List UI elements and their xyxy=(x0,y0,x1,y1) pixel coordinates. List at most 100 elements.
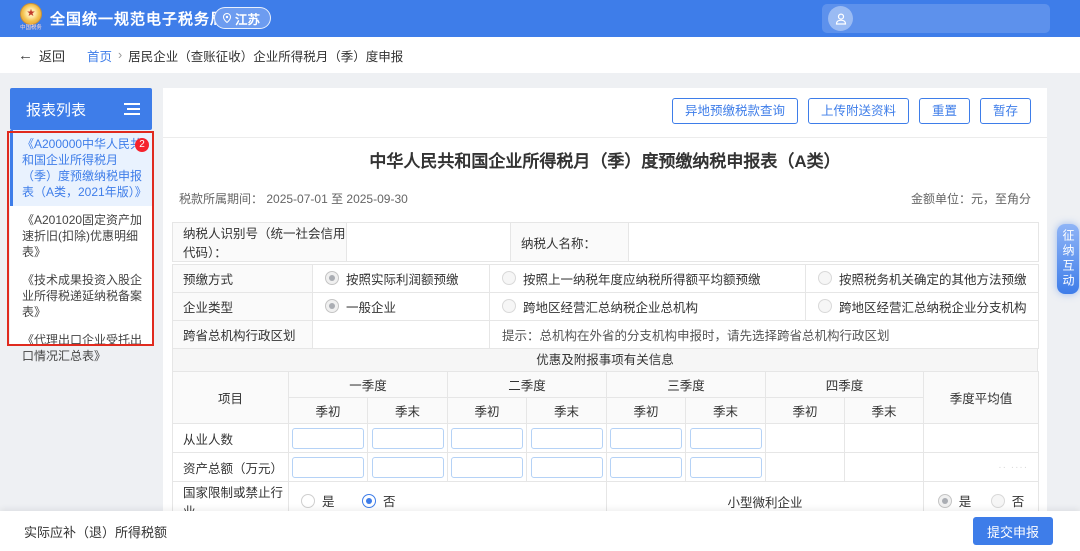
assets-q4-start-cell xyxy=(766,453,845,482)
report-list: 《A200000中华人民共和国企业所得税月（季）度预缴纳税申报表（A类，2021… xyxy=(10,130,152,346)
q4-end-header: 季末 xyxy=(845,398,924,424)
submit-declaration-button[interactable]: 提交申报 xyxy=(973,517,1053,545)
radio-label: 按照税务机关确定的其他方法预缴 xyxy=(839,269,1027,288)
radio-icon[interactable] xyxy=(502,299,516,313)
taxpayer-name-label: 纳税人名称： xyxy=(511,223,629,262)
assets-q3-start-input[interactable] xyxy=(610,457,682,478)
employees-row-label: 从业人数 xyxy=(173,424,289,453)
region-selector[interactable]: 江苏 xyxy=(214,7,271,29)
benefit-section-title: 优惠及附报事项有关信息 xyxy=(172,348,1038,371)
taxpayer-id-value-cell xyxy=(347,223,511,262)
q3-header: 三季度 xyxy=(607,372,766,398)
radio-icon[interactable] xyxy=(301,494,315,508)
radio-label: 是 xyxy=(322,491,335,510)
employees-q4-end-cell xyxy=(845,424,924,453)
breadcrumb: 首页 › 居民企业（查账征收）企业所得税月（季）度申报 xyxy=(87,46,403,65)
remote-prepaid-tax-query-button[interactable]: 异地预缴税款查询 xyxy=(672,98,798,124)
error-count-badge: 2 xyxy=(135,138,149,152)
cross-province-region-label: 跨省总机构行政区划 xyxy=(173,321,313,349)
employees-q2-start-input[interactable] xyxy=(451,428,523,449)
employees-q1-start-input[interactable] xyxy=(292,428,364,449)
assets-q1-start-input[interactable] xyxy=(292,457,364,478)
radio-label: 跨地区经营汇总纳税企业分支机构 xyxy=(839,297,1027,316)
radio-icon[interactable] xyxy=(502,271,516,285)
radio-icon[interactable] xyxy=(325,271,339,285)
radio-icon[interactable] xyxy=(818,271,832,285)
radio-branch-office[interactable]: 跨地区经营汇总纳税企业分支机构 xyxy=(818,297,1027,316)
radio-icon[interactable] xyxy=(818,299,832,313)
back-arrow-icon[interactable]: ← xyxy=(18,47,33,64)
q3-end-header: 季末 xyxy=(686,398,766,424)
breadcrumb-current: 居民企业（查账征收）企业所得税月（季）度申报 xyxy=(128,46,403,65)
sidebar-item-a200000[interactable]: 《A200000中华人民共和国企业所得税月（季）度预缴纳税申报表（A类，2021… xyxy=(10,130,152,206)
radio-label: 否 xyxy=(1012,491,1025,510)
employees-q4-start-cell xyxy=(766,424,845,453)
logo-caption: 中国税务 xyxy=(19,25,42,31)
employees-q2-end-input[interactable] xyxy=(531,428,603,449)
radio-head-office[interactable]: 跨地区经营汇总纳税企业总机构 xyxy=(502,297,698,316)
employees-q3-start-input[interactable] xyxy=(610,428,682,449)
breadcrumb-home-link[interactable]: 首页 xyxy=(87,46,112,65)
assets-average-cell: ·· ···· xyxy=(924,453,1039,482)
reset-button[interactable]: 重置 xyxy=(919,98,970,124)
amount-unit-note: 金额单位：元，至角分 xyxy=(911,190,1031,207)
back-button[interactable]: 返回 xyxy=(39,46,65,65)
assets-q1-end-input[interactable] xyxy=(372,457,444,478)
form-footer-bar: 实际应补（退）所得税额 提交申报 xyxy=(0,511,1080,551)
q3-start-header: 季初 xyxy=(607,398,686,424)
location-pin-icon xyxy=(222,13,232,23)
cross-province-region-hint: 提示：总机构在外省的分支机构申报时，请先选择跨省总机构行政区划 xyxy=(490,321,1039,349)
breadcrumb-separator: › xyxy=(118,48,122,62)
employees-average-cell xyxy=(924,424,1039,453)
taxpayer-name-value-cell xyxy=(629,223,1039,262)
declaration-form-panel: 异地预缴税款查询 上传附送资料 重置 暂存 中华人民共和国企业所得税月（季）度预… xyxy=(163,88,1047,511)
radio-icon[interactable] xyxy=(938,494,952,508)
assets-q4-end-cell xyxy=(845,453,924,482)
q1-end-header: 季末 xyxy=(368,398,448,424)
radio-icon[interactable] xyxy=(325,299,339,313)
radio-prepay-other-method[interactable]: 按照税务机关确定的其他方法预缴 xyxy=(818,269,1027,288)
radio-label: 一般企业 xyxy=(346,297,396,316)
radio-restricted-no[interactable]: 否 xyxy=(362,491,396,510)
q2-end-header: 季末 xyxy=(527,398,607,424)
radio-icon[interactable] xyxy=(362,494,376,508)
upload-attachments-button[interactable]: 上传附送资料 xyxy=(808,98,909,124)
save-draft-button[interactable]: 暂存 xyxy=(980,98,1031,124)
assets-q2-end-input[interactable] xyxy=(531,457,603,478)
radio-icon[interactable] xyxy=(991,494,1005,508)
user-avatar-icon xyxy=(828,6,853,31)
collapse-menu-icon[interactable] xyxy=(124,103,140,115)
sidebar-item-label: 《A201020固定资产加速折旧(扣除)优惠明细表》 xyxy=(22,213,142,259)
sidebar-item-a201020[interactable]: 《A201020固定资产加速折旧(扣除)优惠明细表》 xyxy=(10,206,152,266)
report-list-title: 报表列表 xyxy=(26,99,86,120)
employees-q3-end-input[interactable] xyxy=(690,428,762,449)
assets-q2-start-input[interactable] xyxy=(451,457,523,478)
sidebar-item-tech-investment[interactable]: 《技术成果投资入股企业所得税递延纳税备案表》 xyxy=(10,266,152,326)
radio-general-enterprise[interactable]: 一般企业 xyxy=(325,297,396,316)
q4-header: 四季度 xyxy=(766,372,924,398)
tax-interaction-tab[interactable]: 征纳互动 xyxy=(1057,224,1079,294)
tax-bureau-logo: ★ 中国税务 xyxy=(18,3,44,34)
assets-q3-end-input[interactable] xyxy=(690,457,762,478)
sidebar-item-export-agency[interactable]: 《代理出口企业受托出口情况汇总表》 xyxy=(10,326,152,370)
radio-prepay-prior-year-average[interactable]: 按照上一纳税年度应纳税所得额平均额预缴 xyxy=(502,269,761,288)
total-assets-row-label: 资产总额（万元） xyxy=(173,453,289,482)
average-placeholder: ·· ···· xyxy=(924,462,1038,473)
radio-small-micro-no[interactable]: 否 xyxy=(991,491,1025,510)
employees-q1-end-input[interactable] xyxy=(372,428,444,449)
report-list-header: 报表列表 xyxy=(10,88,152,130)
radio-restricted-yes[interactable]: 是 xyxy=(301,491,335,510)
benefit-quarters-table: 项目 一季度 二季度 三季度 四季度 季度平均值 季初 季末 季初 季末 季初 … xyxy=(172,371,1039,521)
q2-start-header: 季初 xyxy=(448,398,527,424)
radio-label: 按照上一纳税年度应纳税所得额平均额预缴 xyxy=(523,269,761,288)
radio-prepay-actual-profit[interactable]: 按照实际利润额预缴 xyxy=(325,269,459,288)
radio-small-micro-yes[interactable]: 是 xyxy=(938,491,972,510)
sidebar-item-label: 《技术成果投资入股企业所得税递延纳税备案表》 xyxy=(22,273,142,319)
national-emblem-icon: ★ xyxy=(20,3,42,25)
radio-label: 按照实际利润额预缴 xyxy=(346,269,459,288)
cross-province-region-select-cell[interactable] xyxy=(313,321,490,349)
radio-label: 跨地区经营汇总纳税企业总机构 xyxy=(523,297,698,316)
user-account-widget[interactable] xyxy=(822,4,1050,33)
toolbar-divider xyxy=(163,137,1047,138)
form-meta-row: 税款所属期间： 2025-07-01 至 2025-09-30 金额单位：元，至… xyxy=(179,190,1031,207)
